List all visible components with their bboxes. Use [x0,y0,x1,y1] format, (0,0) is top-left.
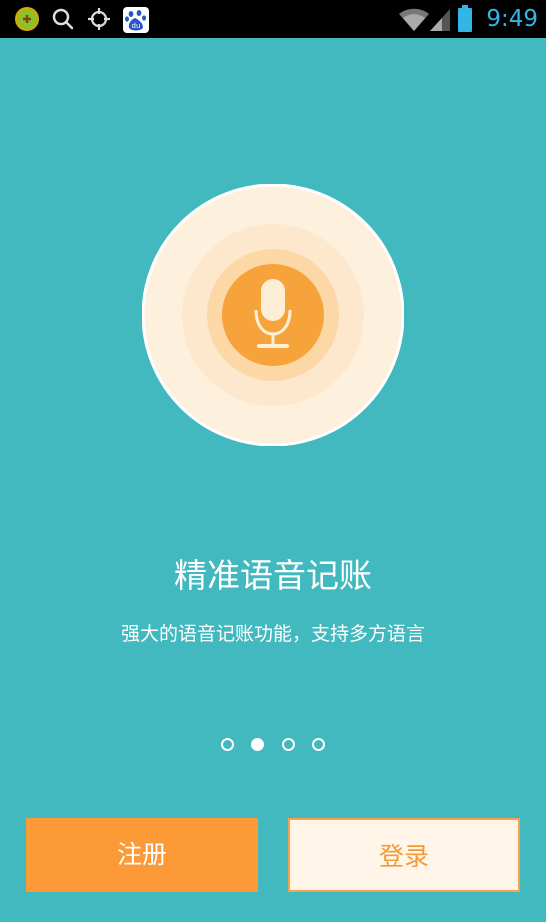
feature-title: 精准语音记账 [174,556,372,595]
page-dot-2-active[interactable] [251,738,264,751]
page-dot-4[interactable] [312,738,325,751]
feature-subtitle: 强大的语音记账功能，支持多方语言 [120,623,425,645]
onboarding-screen: du 9:49 精准语音记账 强大的语音记账功能，支持多方语言 注册 登录 [0,0,546,922]
cell-signal-icon [428,5,454,31]
baidu-icon: du [122,6,149,33]
status-bar: du 9:49 [0,0,546,38]
login-button[interactable]: 登录 [288,818,520,892]
voice-illustration [141,183,405,447]
page-dot-3[interactable] [282,738,295,751]
gps-icon [86,6,112,32]
page-dot-1[interactable] [221,738,234,751]
search-icon [50,6,76,32]
page-indicator [221,738,327,752]
battery-icon [456,4,474,32]
register-button[interactable]: 注册 [26,818,258,892]
status-time: 9:49 [486,6,538,32]
baidu-badge-text: du [132,22,141,30]
wifi-icon [398,5,430,31]
app-notification-icon [14,6,40,32]
